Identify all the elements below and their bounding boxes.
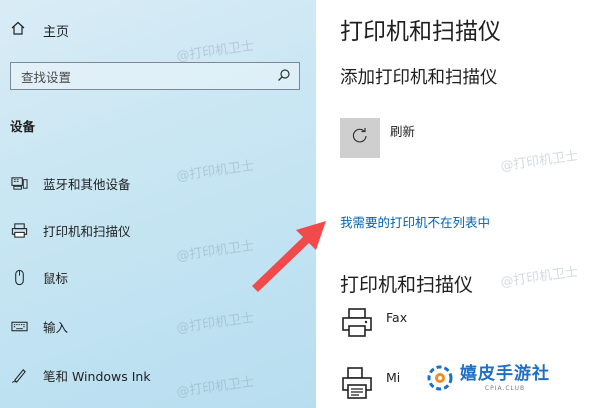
printer-icon	[10, 221, 28, 239]
logo-badge-icon	[426, 364, 454, 392]
sidebar-item-label: 鼠标	[43, 270, 69, 286]
sidebar-item-bluetooth[interactable]: 蓝牙和其他设备	[10, 172, 131, 194]
search-icon[interactable]	[277, 67, 291, 86]
refresh-button[interactable]	[340, 118, 380, 158]
home-icon	[10, 20, 26, 40]
fax-printer-icon[interactable]	[340, 306, 374, 340]
search-input[interactable]: 查找设置	[21, 67, 71, 86]
page-title: 打印机和扫描仪	[340, 19, 501, 45]
site-logo: 嬉皮手游社 CPIA.CLUB	[426, 364, 550, 392]
logo-name: 嬉皮手游社	[460, 363, 550, 384]
refresh-icon	[350, 126, 370, 150]
sidebar-item-printers[interactable]: 打印机和扫描仪	[10, 219, 131, 241]
printer-name-fax[interactable]: Fax	[386, 310, 407, 325]
nav-home[interactable]: 主页	[10, 20, 69, 40]
sidebar-item-label: 输入	[43, 319, 69, 335]
search-box[interactable]: 查找设置	[10, 62, 300, 90]
bluetooth-devices-icon	[10, 174, 28, 192]
settings-nav-pane: 主页 查找设置 设备 蓝牙和其他设备 打印机和扫描仪 鼠标 输入 笔和 Wind…	[0, 0, 316, 408]
sidebar-item-typing[interactable]: 输入	[10, 315, 68, 337]
pen-icon	[10, 366, 28, 384]
logo-text: 嬉皮手游社 CPIA.CLUB	[460, 365, 550, 392]
sidebar-item-mouse[interactable]: 鼠标	[10, 266, 68, 288]
keyboard-icon	[10, 317, 28, 335]
sidebar-item-label: 笔和 Windows Ink	[43, 368, 151, 384]
printers-list-heading: 打印机和扫描仪	[340, 274, 474, 296]
add-printer-heading: 添加打印机和扫描仪	[340, 68, 498, 88]
nav-home-label: 主页	[43, 24, 70, 40]
section-title-devices: 设备	[10, 119, 36, 134]
sidebar-item-pen[interactable]: 笔和 Windows Ink	[10, 364, 151, 386]
mouse-icon	[10, 268, 28, 286]
printer-name-mi[interactable]: Mi	[386, 370, 400, 385]
refresh-label[interactable]: 刷新	[390, 121, 415, 140]
logo-subtitle: CPIA.CLUB	[484, 384, 526, 392]
document-printer-icon[interactable]	[340, 366, 374, 400]
sidebar-item-label: 打印机和扫描仪	[43, 223, 131, 239]
printer-not-listed-link[interactable]: 我需要的打印机不在列表中	[340, 212, 490, 231]
sidebar-item-label: 蓝牙和其他设备	[43, 176, 131, 192]
printers-settings-page: 打印机和扫描仪 添加打印机和扫描仪 刷新 我需要的打印机不在列表中 打印机和扫描…	[316, 0, 600, 408]
